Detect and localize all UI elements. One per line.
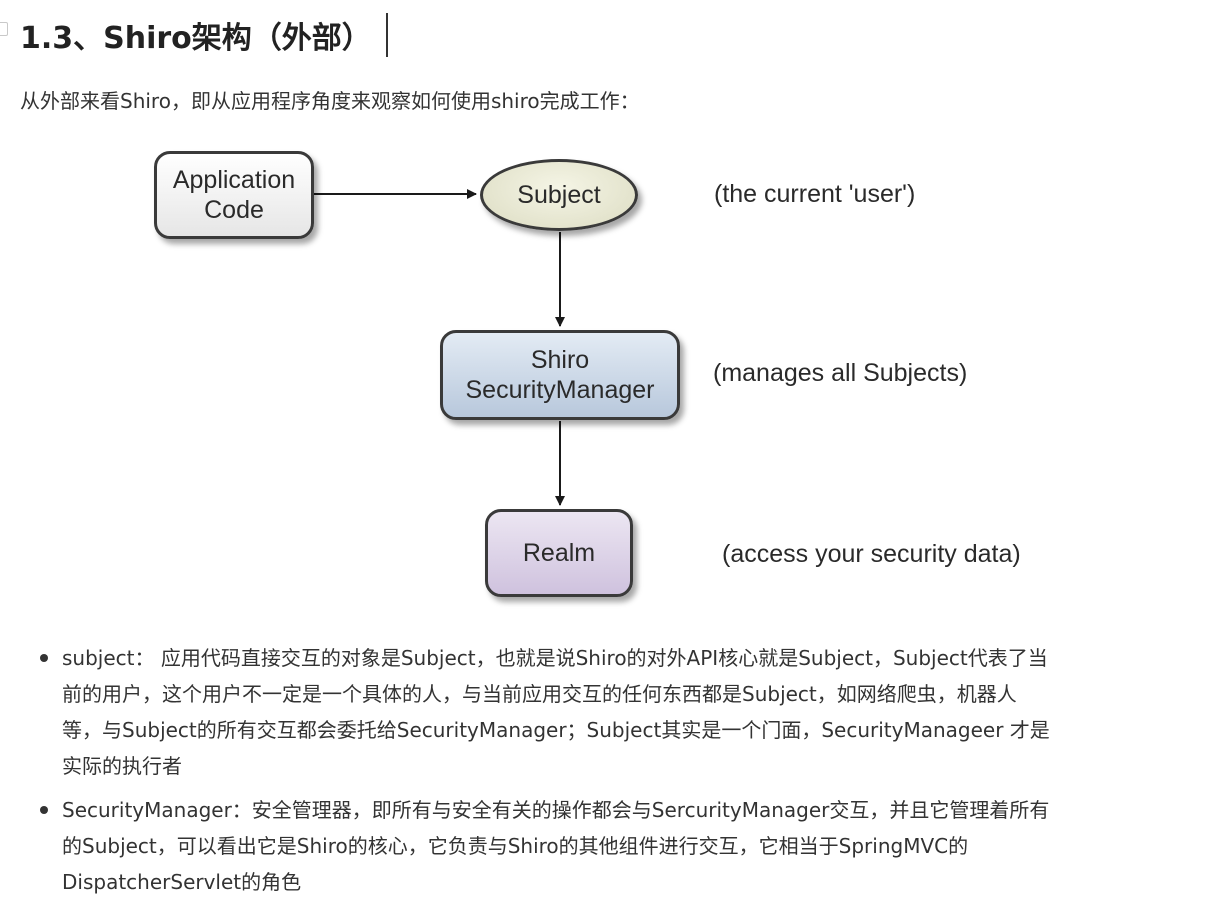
list-item-line: DispatcherServlet的角色 [62, 870, 302, 894]
list-item-security-manager: SecurityManager：安全管理器，即所有与安全有关的操作都会与Serc… [40, 792, 1180, 900]
security-manager-node: Shiro SecurityManager [440, 330, 680, 420]
list-item-line: 的Subject，可以看出它是Shiro的核心，它负责与Shiro的其他组件进行… [62, 834, 969, 858]
security-manager-line-1: Shiro [530, 346, 590, 374]
list-item-subject: subject： 应用代码直接交互的对象是Subject，也就是说Shiro的对… [40, 640, 1180, 784]
heading-title: 1.3、Shiro架构（外部） [20, 21, 372, 56]
security-manager-line-2: SecurityManager [465, 376, 655, 404]
list-item-line: 前的用户，这个用户不一定是一个具体的人，与当前应用交互的任何东西都是Subjec… [62, 682, 1017, 706]
intro-paragraph: 从外部来看Shiro，即从应用程序角度来观察如何使用shiro完成工作： [20, 89, 640, 113]
text-cursor [385, 13, 388, 57]
application-code-line-1: Application [172, 166, 296, 194]
bullet-icon [40, 654, 48, 662]
list-item-line: 等，与Subject的所有交互都会委托给SecurityManager；Subj… [62, 718, 1050, 742]
security-manager-note: (manages all Subjects) [713, 359, 968, 387]
application-code-node: Application Code [154, 151, 314, 239]
list-item-line: 实际的执行者 [62, 754, 182, 778]
list-item-line: SecurityManager：安全管理器，即所有与安全有关的操作都会与Serc… [62, 798, 1050, 822]
explanation-list: subject： 应用代码直接交互的对象是Subject，也就是说Shiro的对… [40, 640, 1180, 908]
section-heading: 1.3、Shiro架构（外部） [20, 12, 388, 58]
page-corner-icon [0, 22, 8, 36]
subject-note: (the current 'user') [714, 180, 916, 208]
application-code-line-2: Code [204, 196, 264, 224]
realm-node: Realm [485, 509, 633, 597]
subject-node-label: Subject [517, 181, 601, 209]
realm-note: (access your security data) [722, 540, 1021, 568]
list-item-line: subject： 应用代码直接交互的对象是Subject，也就是说Shiro的对… [62, 646, 1048, 670]
realm-node-label: Realm [522, 539, 596, 567]
bullet-icon [40, 806, 48, 814]
shiro-architecture-diagram: Application Code Subject Shiro SecurityM… [140, 135, 1060, 610]
subject-node: Subject [480, 159, 638, 231]
